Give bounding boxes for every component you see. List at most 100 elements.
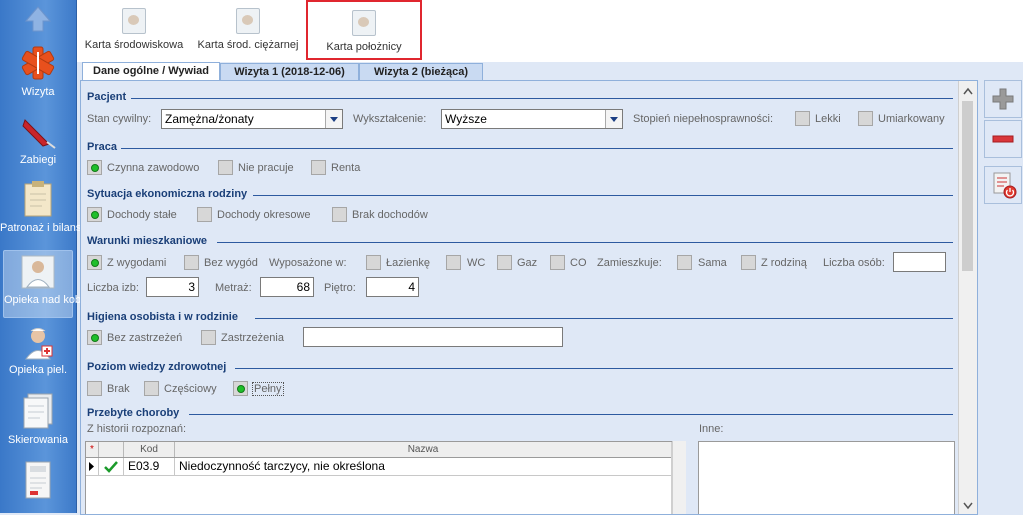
zamieszkuje-label: Zamieszkuje: <box>597 257 662 269</box>
documents-icon <box>23 393 53 429</box>
sama-checkbox[interactable] <box>677 255 692 270</box>
lekki-checkbox[interactable] <box>795 111 810 126</box>
wyksztalcenie-select[interactable]: Wyższe <box>441 109 623 129</box>
sidebar-item-label: Opieka piel. <box>8 364 68 376</box>
divider <box>217 242 953 243</box>
section-title-praca: Praca <box>87 141 117 153</box>
cell-nazwa: Niedoczynność tarczycy, nie określona <box>179 459 385 473</box>
wyksztalcenie-label: Wykształcenie: <box>353 113 427 125</box>
liczba-izb-input[interactable]: 3 <box>146 277 199 297</box>
sidebar-item-skierowania[interactable]: Skierowania <box>0 392 76 446</box>
tab-dane-ogolne[interactable]: Dane ogólne / Wywiad <box>82 62 220 81</box>
zastrzezenia-label: Zastrzeżenia <box>221 332 284 344</box>
toolbar: Karta środowiskowa Karta środ. ciężarnej… <box>77 0 1023 62</box>
brak-label: Brak <box>107 383 130 395</box>
checkmark-icon <box>104 461 118 473</box>
cell-kod: E03.9 <box>124 458 175 475</box>
z-rodzina-checkbox[interactable] <box>741 255 756 270</box>
sidebar-item-up[interactable] <box>0 4 76 38</box>
gaz-checkbox[interactable] <box>497 255 512 270</box>
scrollbar-thumb[interactable] <box>962 101 973 271</box>
divider <box>131 98 953 99</box>
sidebar-item-zabiegi[interactable]: Zabiegi <box>0 112 76 166</box>
z-wygodami-checkbox[interactable] <box>87 255 102 270</box>
dochody-okresowe-checkbox[interactable] <box>197 207 212 222</box>
divider <box>189 414 953 415</box>
panel-scrollbar[interactable] <box>958 81 977 514</box>
tab-wizyta-1[interactable]: Wizyta 1 (2018-12-06) <box>220 63 359 80</box>
czynna-zawodowo-checkbox[interactable] <box>87 160 102 175</box>
dochody-okresowe-label: Dochody okresowe <box>217 209 311 221</box>
close-document-button[interactable] <box>984 166 1022 204</box>
woman-doctor-icon <box>21 255 55 289</box>
column-header-status <box>99 442 124 457</box>
stan-cywilny-select[interactable]: Zamężna/żonaty <box>161 109 343 129</box>
remove-button[interactable] <box>984 120 1022 158</box>
umiarkowany-checkbox[interactable] <box>858 111 873 126</box>
co-checkbox[interactable] <box>550 255 565 270</box>
brak-checkbox[interactable] <box>87 381 102 396</box>
sidebar-item-label: Zabiegi <box>19 154 57 166</box>
section-title-wiedza: Poziom wiedzy zdrowotnej <box>87 361 227 373</box>
chevron-up-icon[interactable] <box>963 87 973 95</box>
pelny-checkbox[interactable] <box>233 381 248 396</box>
wyposazone-label: Wyposażone w: <box>269 257 347 269</box>
chevron-down-icon[interactable] <box>325 110 342 128</box>
dochody-stale-checkbox[interactable] <box>87 207 102 222</box>
czesciowy-checkbox[interactable] <box>144 381 159 396</box>
lazienke-checkbox[interactable] <box>366 255 381 270</box>
liczba-izb-label: Liczba izb: <box>87 282 139 294</box>
sidebar-item-label: Wizyta <box>21 86 55 98</box>
divider <box>255 318 953 319</box>
rozpoznania-table: * Kod Nazwa E03.9 Niedoczynność tarczycy… <box>85 441 673 514</box>
sidebar-item-recepta[interactable] <box>0 460 76 504</box>
karta-srodowiskowa-button[interactable]: Karta środowiskowa <box>81 0 187 60</box>
bez-wygod-checkbox[interactable] <box>184 255 199 270</box>
brak-dochodow-checkbox[interactable] <box>332 207 347 222</box>
prescription-icon <box>25 461 51 499</box>
column-header-star: * <box>86 442 99 457</box>
add-button[interactable] <box>984 80 1022 118</box>
divider <box>121 148 953 149</box>
sidebar-item-opieka-piel[interactable]: Opieka piel. <box>0 324 76 376</box>
column-header-nazwa[interactable]: Nazwa <box>175 442 671 457</box>
tab-wizyta-2[interactable]: Wizyta 2 (bieżąca) <box>359 63 483 80</box>
chevron-down-icon[interactable] <box>963 502 973 510</box>
metraz-input[interactable]: 68 <box>260 277 314 297</box>
chevron-down-icon[interactable] <box>605 110 622 128</box>
renta-label: Renta <box>331 162 361 174</box>
wc-checkbox[interactable] <box>446 255 461 270</box>
wyksztalcenie-value: Wyższe <box>445 112 487 126</box>
content-panel: Pacjent Stan cywilny: Zamężna/żonaty Wyk… <box>80 80 978 515</box>
table-header: * Kod Nazwa <box>86 442 672 458</box>
zastrzezenia-input[interactable] <box>303 327 563 347</box>
column-header-kod[interactable]: Kod <box>124 442 175 457</box>
karta-srod-ciezarnej-button[interactable]: Karta środ. ciężarnej <box>195 0 301 60</box>
sidebar: Wizyta Zabiegi Patronaż i bilanse Opieka… <box>0 0 99 513</box>
sidebar-item-opieka-nad-kobieta[interactable]: Opieka nad kobietą <box>3 250 99 318</box>
sidebar-item-wizyta[interactable]: Wizyta <box>0 44 76 98</box>
sidebar-item-patronaz[interactable]: Patronaż i bilanse <box>0 180 87 234</box>
zastrzezenia-checkbox[interactable] <box>201 330 216 345</box>
karta-poloznicy-button[interactable]: Karta położnicy <box>306 0 422 60</box>
section-title-pacjent: Pacjent <box>87 91 127 103</box>
section-title-choroby: Przebyte choroby <box>87 407 180 419</box>
nie-pracuje-checkbox[interactable] <box>218 160 233 175</box>
renta-checkbox[interactable] <box>311 160 326 175</box>
czesciowy-label: Częściowy <box>164 383 217 395</box>
czynna-zawodowo-label: Czynna zawodowo <box>107 162 200 174</box>
dochody-stale-label: Dochody stałe <box>107 209 177 221</box>
table-scrollbar[interactable] <box>672 441 686 514</box>
liczba-osob-input[interactable] <box>893 252 946 272</box>
divider <box>253 195 953 196</box>
stan-cywilny-label: Stan cywilny: <box>87 113 152 125</box>
stopien-niepelnosprawnosci-label: Stopień niepełnosprawności: <box>633 113 774 125</box>
pietro-input[interactable]: 4 <box>366 277 419 297</box>
bez-zastrzezen-checkbox[interactable] <box>87 330 102 345</box>
medical-star-icon <box>21 46 55 80</box>
inne-textarea[interactable] <box>698 441 955 514</box>
gaz-label: Gaz <box>517 257 538 269</box>
table-row[interactable]: E03.9 Niedoczynność tarczycy, nie określ… <box>86 458 672 476</box>
z-historii-label: Z historii rozpoznań: <box>87 423 187 435</box>
sidebar-item-label: Patronaż i bilanse <box>0 222 88 234</box>
